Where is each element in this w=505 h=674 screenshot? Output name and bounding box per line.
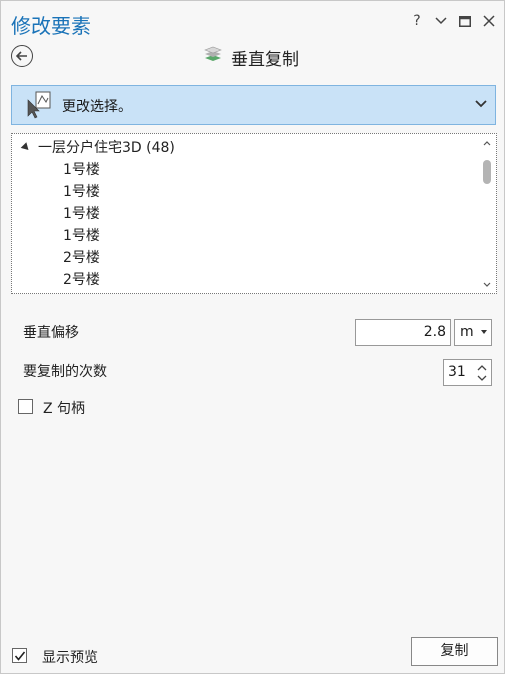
show-preview-label: 显示预览 [42, 650, 98, 666]
unit-value: m [460, 324, 474, 340]
stepper-arrows-icon[interactable] [476, 362, 488, 384]
select-cursor-icon [24, 90, 54, 120]
show-preview-checkbox[interactable] [12, 648, 27, 663]
back-arrow-icon[interactable] [11, 45, 33, 67]
modify-features-pane: 修改要素 ? 垂直复制 更改选择。 一层分户住宅3D (48) 1号楼 1号楼 … [0, 0, 505, 674]
change-selection-dropdown[interactable]: 更改选择。 [11, 85, 496, 125]
dropdown-arrow-icon [481, 330, 487, 334]
expand-triangle-icon[interactable] [20, 142, 32, 153]
tool-title: 垂直复制 [203, 45, 299, 70]
scroll-thumb[interactable] [483, 160, 491, 184]
maximize-icon[interactable] [458, 13, 472, 29]
vertical-copy-icon [203, 46, 223, 69]
pane-title: 修改要素 [11, 14, 91, 38]
tree-item[interactable]: 1号楼 [63, 159, 100, 181]
z-handle-label: Z 句柄 [43, 401, 86, 417]
copies-count-label: 要复制的次数 [23, 364, 107, 380]
copies-count-stepper[interactable]: 31 [443, 359, 492, 386]
tree-item[interactable]: 1号楼 [63, 181, 100, 203]
checkmark-icon [14, 651, 26, 661]
help-icon[interactable]: ? [410, 13, 424, 29]
scroll-down-icon[interactable] [482, 279, 492, 289]
tool-title-label: 垂直复制 [231, 50, 299, 70]
unit-select[interactable]: m [454, 319, 492, 346]
vertical-offset-label: 垂直偏移 [23, 325, 79, 341]
tree-item[interactable]: 2号楼 [63, 269, 100, 291]
copies-count-value: 31 [448, 364, 466, 380]
tool-header: 垂直复制 [11, 43, 496, 71]
tree-scrollbar[interactable] [480, 136, 494, 291]
close-icon[interactable] [482, 13, 496, 29]
scroll-up-icon[interactable] [482, 138, 492, 148]
change-selection-label: 更改选择。 [62, 99, 132, 115]
tree-item[interactable]: 1号楼 [63, 203, 100, 225]
selected-features-tree[interactable]: 一层分户住宅3D (48) 1号楼 1号楼 1号楼 1号楼 2号楼 2号楼 [11, 133, 497, 294]
pane-controls: ? [410, 13, 496, 29]
tree-layer-label: 一层分户住宅3D (48) [38, 140, 175, 156]
copy-button[interactable]: 复制 [411, 637, 498, 666]
tree-item[interactable]: 2号楼 [63, 247, 100, 269]
vertical-offset-input[interactable]: 2.8 [355, 319, 451, 346]
z-handle-checkbox[interactable] [18, 399, 33, 414]
tree-item[interactable]: 1号楼 [63, 225, 100, 247]
chevron-down-icon[interactable] [473, 96, 489, 112]
chevron-down-icon[interactable] [434, 13, 448, 29]
tree-layer-row[interactable]: 一层分户住宅3D (48) [16, 137, 175, 159]
